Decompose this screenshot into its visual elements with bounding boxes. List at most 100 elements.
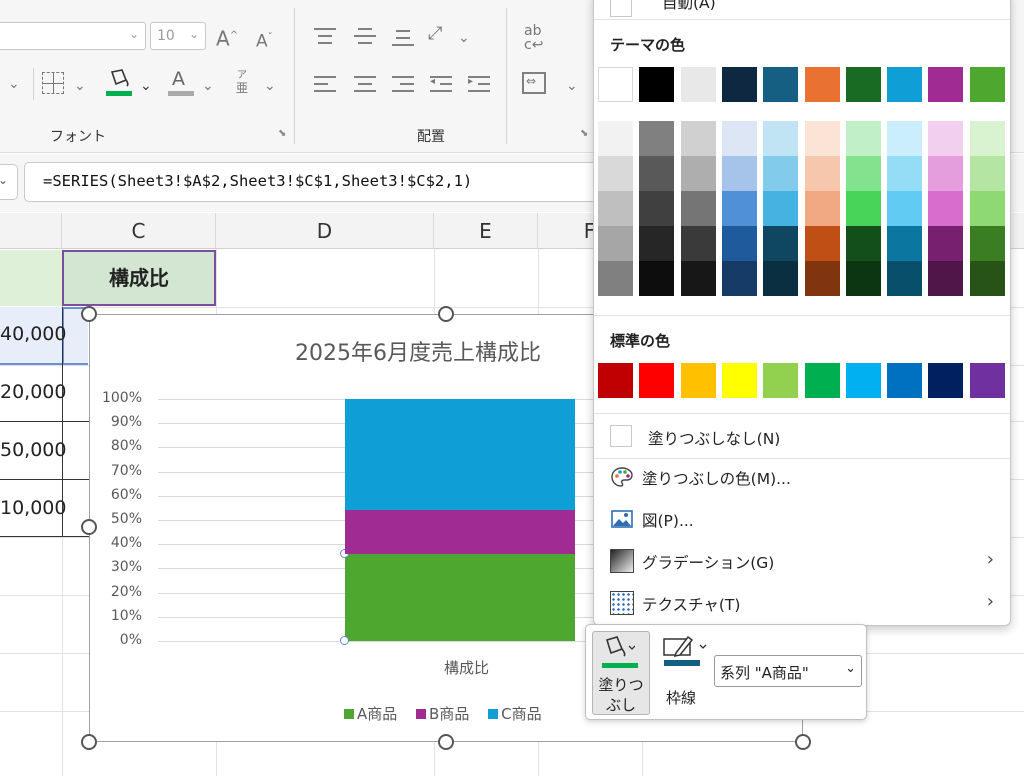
theme-color-swatch[interactable] xyxy=(845,67,881,102)
standard-color-swatch[interactable] xyxy=(969,363,1005,398)
theme-tint-swatch[interactable] xyxy=(598,121,633,156)
column-header-b[interactable] xyxy=(0,213,62,249)
dialog-launcher-icon[interactable]: ⬊ xyxy=(278,128,286,139)
increase-indent-icon[interactable]: ▸ xyxy=(468,74,490,96)
legend-item-c[interactable]: C商品 xyxy=(488,703,542,724)
theme-tint-swatch[interactable] xyxy=(928,261,964,296)
bar-segment-2[interactable] xyxy=(345,510,575,554)
resize-handle-tl[interactable] xyxy=(81,306,97,322)
theme-tint-swatch[interactable] xyxy=(680,226,716,261)
theme-tint-swatch[interactable] xyxy=(969,191,1005,226)
theme-tint-swatch[interactable] xyxy=(969,156,1005,191)
theme-tint-swatch[interactable] xyxy=(887,156,923,191)
theme-tint-swatch[interactable] xyxy=(680,191,716,226)
chevron-down-icon[interactable]: ⌄ xyxy=(458,28,470,48)
theme-tint-swatch[interactable] xyxy=(804,156,840,191)
series-selection-point[interactable] xyxy=(340,636,349,645)
theme-tint-swatch[interactable] xyxy=(969,261,1005,296)
chart-legend[interactable]: A商品 B商品 C商品 xyxy=(344,703,556,724)
theme-tint-swatch[interactable] xyxy=(639,121,675,156)
gradient-fill-item[interactable]: グラデーション(G) › xyxy=(610,543,1000,579)
merge-center-icon[interactable]: ⇔ xyxy=(522,72,546,94)
fill-button[interactable]: 塗りつ ぶし xyxy=(592,631,650,715)
standard-color-swatch[interactable] xyxy=(887,363,923,398)
align-right-icon[interactable] xyxy=(392,74,414,96)
series-select[interactable]: 系列 "A商品" ⌄ xyxy=(714,655,862,687)
theme-tint-swatch[interactable] xyxy=(639,191,675,226)
no-fill-item[interactable]: 塗りつぶしなし(N) xyxy=(610,419,1000,455)
cell-b4[interactable]: 50,000 xyxy=(0,439,66,461)
theme-tint-swatch[interactable] xyxy=(887,226,923,261)
legend-item-b[interactable]: B商品 xyxy=(416,703,469,724)
theme-tint-swatch[interactable] xyxy=(845,121,881,156)
theme-tint-swatch[interactable] xyxy=(887,121,923,156)
theme-tint-swatch[interactable] xyxy=(804,191,840,226)
column-header-d[interactable]: D xyxy=(216,213,434,249)
more-colors-item[interactable]: 塗りつぶしの色(M)... xyxy=(610,459,1000,495)
theme-tint-swatch[interactable] xyxy=(598,191,633,226)
align-center-icon[interactable] xyxy=(354,74,376,96)
theme-tint-swatch[interactable] xyxy=(721,156,757,191)
theme-tint-swatch[interactable] xyxy=(887,191,923,226)
standard-color-swatch[interactable] xyxy=(928,363,964,398)
name-box-dropdown[interactable]: ⌄ xyxy=(0,164,18,200)
theme-tint-swatch[interactable] xyxy=(680,156,716,191)
theme-tint-swatch[interactable] xyxy=(680,121,716,156)
automatic-color-item[interactable]: 自動(A) xyxy=(610,0,1000,29)
cell-b3[interactable]: 20,000 xyxy=(0,381,66,403)
standard-color-swatch[interactable] xyxy=(680,363,716,398)
theme-tint-swatch[interactable] xyxy=(928,191,964,226)
theme-tint-swatch[interactable] xyxy=(763,191,799,226)
theme-color-swatch[interactable] xyxy=(598,67,633,102)
theme-tint-swatch[interactable] xyxy=(763,156,799,191)
cell-c1[interactable]: 構成比 xyxy=(62,250,216,306)
theme-tint-swatch[interactable] xyxy=(598,261,633,296)
standard-color-swatch[interactable] xyxy=(845,363,881,398)
chevron-down-icon[interactable]: ⌄ xyxy=(264,76,276,96)
formula-input[interactable]: =SERIES(Sheet3!$A$2,Sheet3!$C$1,Sheet3!$… xyxy=(24,162,624,202)
wrap-text-icon[interactable]: ab c↩ xyxy=(524,24,543,52)
standard-color-swatch[interactable] xyxy=(598,363,633,398)
font-color-button[interactable]: A xyxy=(168,68,194,98)
theme-tint-swatch[interactable] xyxy=(928,121,964,156)
picture-fill-item[interactable]: 図(P)... xyxy=(610,501,1000,537)
theme-tint-swatch[interactable] xyxy=(845,226,881,261)
orientation-icon[interactable]: ⤢ xyxy=(428,24,442,44)
align-bottom-icon[interactable] xyxy=(392,26,414,46)
chevron-down-icon[interactable]: ⌄ xyxy=(8,74,20,94)
column-header-c[interactable]: C xyxy=(62,213,216,249)
theme-tint-swatch[interactable] xyxy=(639,261,675,296)
cell-b2[interactable]: 40,000 xyxy=(0,323,66,345)
chevron-down-icon[interactable]: ⌄ xyxy=(74,76,86,96)
decrease-indent-icon[interactable]: ◂ xyxy=(430,74,452,96)
theme-tint-swatch[interactable] xyxy=(639,226,675,261)
theme-tint-swatch[interactable] xyxy=(763,226,799,261)
standard-color-swatch[interactable] xyxy=(804,363,840,398)
resize-handle-bl[interactable] xyxy=(81,734,97,750)
theme-tint-swatch[interactable] xyxy=(928,226,964,261)
standard-color-swatch[interactable] xyxy=(721,363,757,398)
fill-color-button[interactable] xyxy=(106,68,134,98)
standard-color-swatch[interactable] xyxy=(763,363,799,398)
theme-tint-swatch[interactable] xyxy=(845,156,881,191)
theme-tint-swatch[interactable] xyxy=(598,156,633,191)
theme-tint-swatch[interactable] xyxy=(680,261,716,296)
theme-tint-swatch[interactable] xyxy=(721,226,757,261)
shrink-font-icon[interactable]: Aˇ xyxy=(256,28,273,52)
theme-tint-swatch[interactable] xyxy=(969,226,1005,261)
bar-segment-3[interactable] xyxy=(345,399,575,511)
border-icon[interactable] xyxy=(42,72,64,94)
chevron-down-icon[interactable]: ⌄ xyxy=(202,76,214,96)
theme-tint-swatch[interactable] xyxy=(804,121,840,156)
theme-tint-swatch[interactable] xyxy=(804,261,840,296)
chevron-down-icon[interactable]: ⌄ xyxy=(566,76,578,96)
column-header-e[interactable]: E xyxy=(434,213,538,249)
theme-tint-swatch[interactable] xyxy=(721,261,757,296)
theme-tint-swatch[interactable] xyxy=(845,261,881,296)
theme-tint-swatch[interactable] xyxy=(887,261,923,296)
theme-tint-swatch[interactable] xyxy=(969,121,1005,156)
standard-color-swatch[interactable] xyxy=(639,363,675,398)
dialog-launcher-icon[interactable]: ⬊ xyxy=(580,128,588,139)
theme-tint-swatch[interactable] xyxy=(845,191,881,226)
theme-tint-swatch[interactable] xyxy=(639,156,675,191)
